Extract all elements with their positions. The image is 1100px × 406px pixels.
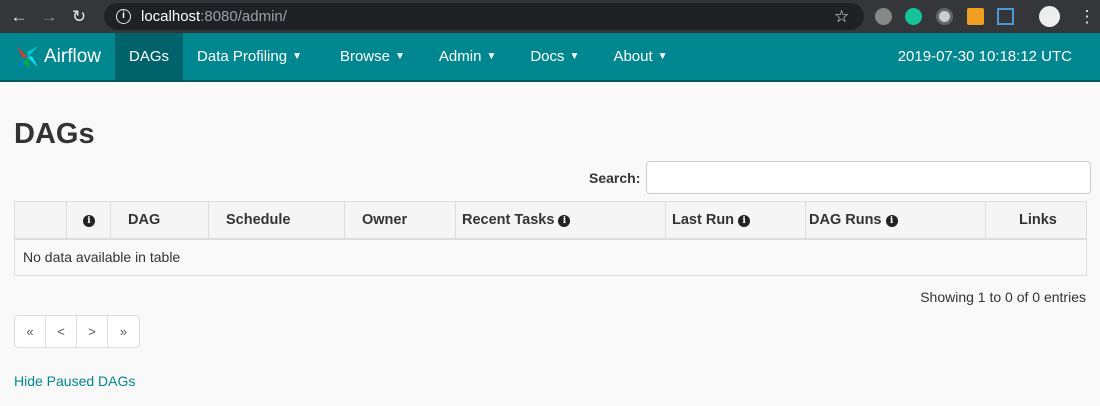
page-title: DAGs: [14, 118, 95, 150]
info-circle-icon: i: [558, 214, 571, 227]
extension-orange-icon[interactable]: [967, 8, 984, 25]
info-circle-icon: i: [738, 214, 751, 227]
empty-message: No data available in table: [14, 238, 1087, 276]
chevron-down-icon: ▼: [486, 51, 497, 62]
nav-label: Browse: [339, 48, 390, 65]
header-label: Recent Tasks: [462, 211, 555, 228]
url-path: :8080/admin/: [200, 8, 287, 25]
header-label: Last Run: [672, 211, 735, 228]
page-next-button[interactable]: >: [77, 316, 108, 347]
nav-docs[interactable]: Docs ▼: [516, 33, 593, 80]
url-host: localhost: [141, 8, 201, 25]
col-dag[interactable]: DAG: [110, 201, 209, 240]
chevron-down-icon: ▼: [657, 51, 668, 62]
airflow-logo-icon: [16, 45, 39, 69]
col-info: i: [66, 201, 111, 240]
extension-triangle-icon[interactable]: [997, 8, 1014, 25]
col-links: Links: [985, 201, 1087, 240]
nav-label: Docs: [530, 48, 565, 65]
page-first-button[interactable]: «: [15, 316, 46, 347]
nav-label: Data Profiling: [197, 48, 288, 65]
nav-data-profiling[interactable]: Data Profiling ▼: [183, 33, 316, 80]
info-icon[interactable]: i: [116, 9, 131, 24]
dags-table: i DAG Schedule Owner Recent Tasks i Last…: [14, 201, 1087, 276]
header-label: DAG Runs: [809, 211, 882, 228]
server-time: 2019-07-30 10:18:12 UTC: [897, 48, 1072, 65]
back-icon[interactable]: ←: [8, 7, 30, 27]
nav-label: DAGs: [129, 48, 170, 65]
chevron-down-icon: ▼: [395, 51, 405, 62]
pagination: « < > »: [14, 315, 140, 348]
extension-globe-icon[interactable]: [875, 8, 892, 25]
col-owner[interactable]: Owner: [344, 201, 456, 240]
nav-browse[interactable]: Browse ▼: [326, 33, 419, 80]
nav-label: About: [613, 48, 653, 65]
info-circle-icon: i: [885, 214, 898, 227]
search-input[interactable]: [646, 161, 1092, 194]
profile-avatar[interactable]: [1039, 6, 1060, 27]
forward-icon[interactable]: →: [38, 7, 60, 27]
chevron-down-icon: ▼: [292, 51, 302, 62]
nav-dags[interactable]: DAGs: [115, 33, 184, 80]
extension-circle-icon[interactable]: [936, 8, 953, 25]
col-dag-runs[interactable]: DAG Runs i: [805, 201, 986, 240]
hide-paused-dags-link[interactable]: Hide Paused DAGs: [14, 373, 135, 389]
nav-label: Admin: [438, 48, 482, 65]
page-last-button[interactable]: »: [108, 316, 139, 347]
table-info: Showing 1 to 0 of 0 entries: [920, 289, 1086, 305]
info-circle-icon: i: [83, 214, 95, 227]
bookmark-star-icon[interactable]: ☆: [834, 7, 849, 27]
nav-about[interactable]: About ▼: [599, 33, 681, 80]
page-prev-button[interactable]: <: [46, 316, 77, 347]
grammarly-icon[interactable]: [905, 8, 922, 25]
brand-link[interactable]: Airflow: [0, 33, 115, 80]
search-box: Search:: [589, 161, 1092, 194]
search-label: Search:: [589, 169, 641, 186]
nav-admin[interactable]: Admin ▼: [425, 33, 510, 80]
navbar: Airflow DAGs Data Profiling ▼ Browse ▼ Adm…: [0, 33, 1100, 82]
address-bar[interactable]: i localhost:8080/admin/: [104, 3, 864, 30]
table-row: No data available in table: [14, 238, 1087, 276]
browser-toolbar: ← → ↻ i localhost:8080/admin/ ☆ ⋮: [0, 0, 1100, 33]
menu-dots-icon[interactable]: ⋮: [1076, 7, 1098, 27]
col-toggle: [14, 201, 67, 240]
brand-name: Airflow: [43, 45, 101, 67]
reload-icon[interactable]: ↻: [68, 7, 90, 27]
col-schedule[interactable]: Schedule: [208, 201, 345, 240]
chevron-down-icon: ▼: [569, 51, 580, 62]
col-last-run[interactable]: Last Run i: [665, 201, 806, 240]
col-recent-tasks[interactable]: Recent Tasks i: [455, 201, 666, 240]
